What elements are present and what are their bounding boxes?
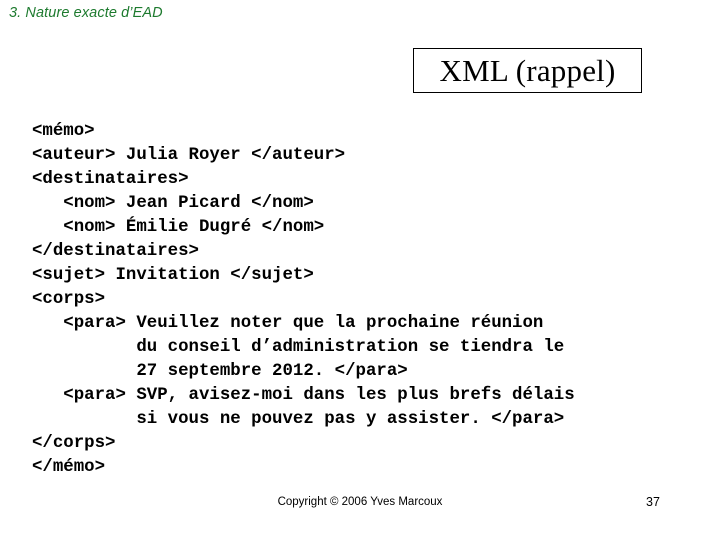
code-line: du conseil d’administration se tiendra l… <box>32 338 565 357</box>
code-line: <corps> <box>32 290 106 309</box>
code-line: 27 septembre 2012. </para> <box>32 362 408 381</box>
code-line: </mémo> <box>32 458 106 477</box>
code-line: <nom> Émilie Dugré </nom> <box>32 218 325 237</box>
code-line: <sujet> Invitation </sujet> <box>32 266 314 285</box>
code-line: <destinataires> <box>32 170 189 189</box>
code-line: <nom> Jean Picard </nom> <box>32 194 314 213</box>
code-line: <para> SVP, avisez-moi dans les plus bre… <box>32 386 575 405</box>
code-line: </corps> <box>32 434 116 453</box>
slide-section-header: 3. Nature exacte d’EAD <box>9 5 163 21</box>
xml-code-listing: <mémo> <auteur> Julia Royer </auteur> <des… <box>32 120 704 480</box>
slide-title-box: XML (rappel) <box>413 48 642 93</box>
code-line: </destinataires> <box>32 242 199 261</box>
code-line: <para> Veuillez noter que la prochaine r… <box>32 314 544 333</box>
footer-page-number: 37 <box>646 495 660 509</box>
footer-copyright: Copyright © 2006 Yves Marcoux <box>277 496 443 508</box>
code-line: si vous ne pouvez pas y assister. </para… <box>32 410 565 429</box>
page-title: XML (rappel) <box>439 52 616 88</box>
code-line: <mémo> <box>32 122 95 141</box>
code-line: <auteur> Julia Royer </auteur> <box>32 146 346 165</box>
